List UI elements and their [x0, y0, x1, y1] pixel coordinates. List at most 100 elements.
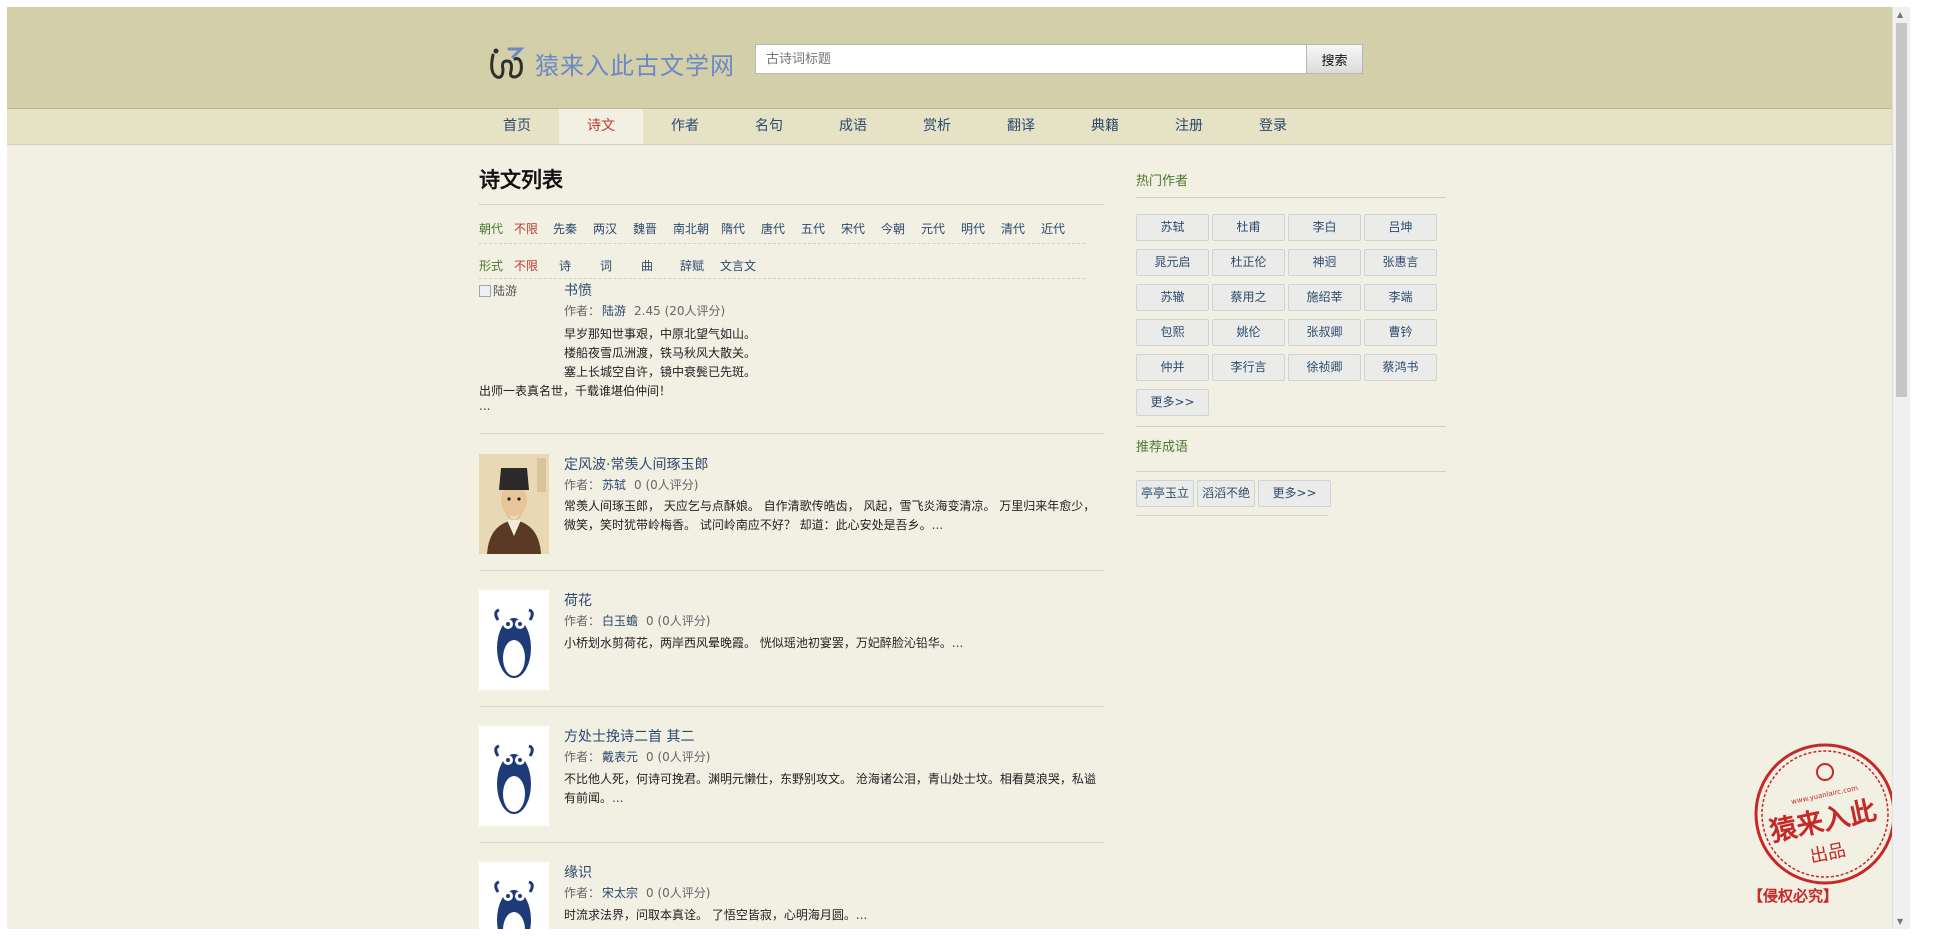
dynasty-option[interactable]: 魏晋: [633, 220, 657, 237]
dynasty-option[interactable]: 宋代: [841, 220, 865, 237]
author-portrait[interactable]: [479, 454, 549, 554]
hot-author-chip[interactable]: 神迥: [1288, 249, 1361, 276]
scrollbar-thumb[interactable]: [1896, 23, 1907, 397]
poem-more-link[interactable]: ...: [856, 908, 867, 922]
author-prefix: 作者：: [564, 478, 601, 492]
dynasty-option[interactable]: 今朝: [881, 220, 905, 237]
poem-more-link[interactable]: ...: [952, 636, 963, 650]
poem-title-link[interactable]: 定风波·常羡人间琢玉郎: [564, 454, 708, 474]
main-nav: 首页 诗文 作者 名句 成语 赏析 翻译 典籍 注册 登录: [7, 109, 1910, 145]
poem-line: 早岁那知世事艰，中原北望气如山。: [564, 327, 757, 341]
idiom-chip[interactable]: 亭亭玉立: [1136, 480, 1194, 507]
hot-author-chip[interactable]: 苏轼: [1136, 214, 1209, 241]
dynasty-option[interactable]: 近代: [1041, 220, 1065, 237]
hot-author-chip[interactable]: 苏辙: [1136, 284, 1209, 311]
hot-author-chip[interactable]: 杜正伦: [1212, 249, 1285, 276]
dynasty-option[interactable]: 先秦: [553, 220, 577, 237]
hot-author-chip[interactable]: 张惠言: [1364, 249, 1437, 276]
poem-divider: [479, 433, 1104, 434]
idiom-chip[interactable]: 滔滔不绝: [1197, 480, 1255, 507]
form-filter-label: 形式: [479, 259, 504, 273]
poem-more-link[interactable]: ...: [932, 518, 943, 532]
hot-author-chip[interactable]: 仲并: [1136, 354, 1209, 381]
nav-register[interactable]: 注册: [1147, 109, 1231, 144]
hot-author-chip[interactable]: 张叔卿: [1288, 319, 1361, 346]
dynasty-option[interactable]: 两汉: [593, 220, 617, 237]
poem-more-link[interactable]: ...: [612, 791, 623, 805]
filter-divider: [479, 243, 1085, 244]
poem-title-link[interactable]: 缘识: [564, 862, 592, 882]
form-option[interactable]: 词: [600, 257, 612, 274]
hot-author-chip[interactable]: 徐祯卿: [1288, 354, 1361, 381]
dynasty-option[interactable]: 五代: [801, 220, 825, 237]
poem-more-link[interactable]: ...: [479, 399, 490, 413]
poem-line: 塞上长城空自许，镜中衰鬓已先斑。: [564, 365, 757, 379]
poem-author-link[interactable]: 白玉蟾: [602, 614, 638, 628]
nav-translation[interactable]: 翻译: [979, 109, 1063, 144]
dynasty-option[interactable]: 南北朝: [673, 220, 709, 237]
svg-text:出品: 出品: [1808, 840, 1848, 868]
nav-poems[interactable]: 诗文: [559, 109, 643, 144]
dynasty-option[interactable]: 清代: [1001, 220, 1025, 237]
idioms-title: 推荐成语: [1136, 440, 1189, 455]
site-logo[interactable]: 猿来入此古文学网: [487, 43, 735, 83]
hot-author-chip[interactable]: 曹钤: [1364, 319, 1437, 346]
poem-author-link[interactable]: 戴表元: [602, 750, 638, 764]
poem-title-link[interactable]: 方处士挽诗二首 其二: [564, 726, 694, 746]
form-any[interactable]: 不限: [514, 257, 538, 274]
author-portrait-broken: 陆游: [479, 282, 517, 299]
poem-meta: 作者： 戴表元 0 (0人评分): [564, 748, 710, 765]
nav-authors[interactable]: 作者: [643, 109, 727, 144]
poem-excerpt-text: 不比他人死，何诗可挽君。渊明元懒仕，东野别攻文。 沧海诸公泪，青山处士坟。相看莫…: [564, 772, 1096, 805]
dynasty-any[interactable]: 不限: [514, 220, 538, 237]
dynasty-option[interactable]: 隋代: [721, 220, 745, 237]
poem-author-link[interactable]: 陆游: [602, 304, 626, 318]
stamp-caption: 【侵权必究】: [1748, 887, 1839, 905]
monkey-avatar-icon: [479, 862, 549, 929]
hot-author-chip[interactable]: 晁元启: [1136, 249, 1209, 276]
poem-excerpt: 小桥划水剪荷花，两岸西风晕晚霞。 恍似瑶池初宴罢，万妃醉脸沁铅华。...: [564, 634, 1104, 653]
nav-classics[interactable]: 典籍: [1063, 109, 1147, 144]
hot-author-chip[interactable]: 包熙: [1136, 319, 1209, 346]
nav-idioms[interactable]: 成语: [811, 109, 895, 144]
scroll-down-arrow-icon[interactable]: ▼: [1897, 917, 1903, 926]
hot-author-chip[interactable]: 蔡鸿书: [1364, 354, 1437, 381]
scholar-portrait-icon: [479, 454, 549, 554]
search-input[interactable]: [755, 44, 1307, 74]
author-portrait-default[interactable]: [479, 590, 549, 690]
hot-author-chip[interactable]: 蔡用之: [1212, 284, 1285, 311]
form-option[interactable]: 诗: [559, 257, 571, 274]
hot-author-chip[interactable]: 李白: [1288, 214, 1361, 241]
vertical-scrollbar[interactable]: ▲ ▼: [1892, 7, 1910, 929]
idioms-more-button[interactable]: 更多>>: [1258, 480, 1331, 507]
hot-author-chip[interactable]: 李行言: [1212, 354, 1285, 381]
search-button[interactable]: 搜索: [1307, 44, 1363, 74]
nav-login[interactable]: 登录: [1231, 109, 1315, 144]
monkey-avatar-icon: [479, 726, 549, 826]
form-option[interactable]: 辞赋: [680, 257, 704, 274]
poem-divider: [479, 842, 1104, 843]
dynasty-option[interactable]: 明代: [961, 220, 985, 237]
hot-author-chip[interactable]: 姚伦: [1212, 319, 1285, 346]
hot-author-chip[interactable]: 李端: [1364, 284, 1437, 311]
hot-author-chip[interactable]: 杜甫: [1212, 214, 1285, 241]
author-portrait-default[interactable]: [479, 862, 549, 929]
form-option[interactable]: 文言文: [720, 257, 756, 274]
dynasty-option[interactable]: 唐代: [761, 220, 785, 237]
poem-title-link[interactable]: 荷花: [564, 590, 592, 610]
hot-authors-more-button[interactable]: 更多>>: [1136, 389, 1209, 416]
author-portrait-default[interactable]: [479, 726, 549, 826]
hot-author-chip[interactable]: 吕坤: [1364, 214, 1437, 241]
scroll-up-arrow-icon[interactable]: ▲: [1897, 10, 1903, 19]
hot-author-chip[interactable]: 施绍莘: [1288, 284, 1361, 311]
poem-title-link[interactable]: 书愤: [564, 280, 592, 300]
poem-divider: [479, 706, 1104, 707]
nav-appreciation[interactable]: 赏析: [895, 109, 979, 144]
dynasty-option[interactable]: 元代: [921, 220, 945, 237]
nav-home[interactable]: 首页: [475, 109, 559, 144]
poem-rating: 0 (0人评分): [634, 478, 699, 492]
poem-author-link[interactable]: 宋太宗: [602, 886, 638, 900]
poem-author-link[interactable]: 苏轼: [602, 478, 626, 492]
nav-quotes[interactable]: 名句: [727, 109, 811, 144]
form-option[interactable]: 曲: [641, 257, 653, 274]
